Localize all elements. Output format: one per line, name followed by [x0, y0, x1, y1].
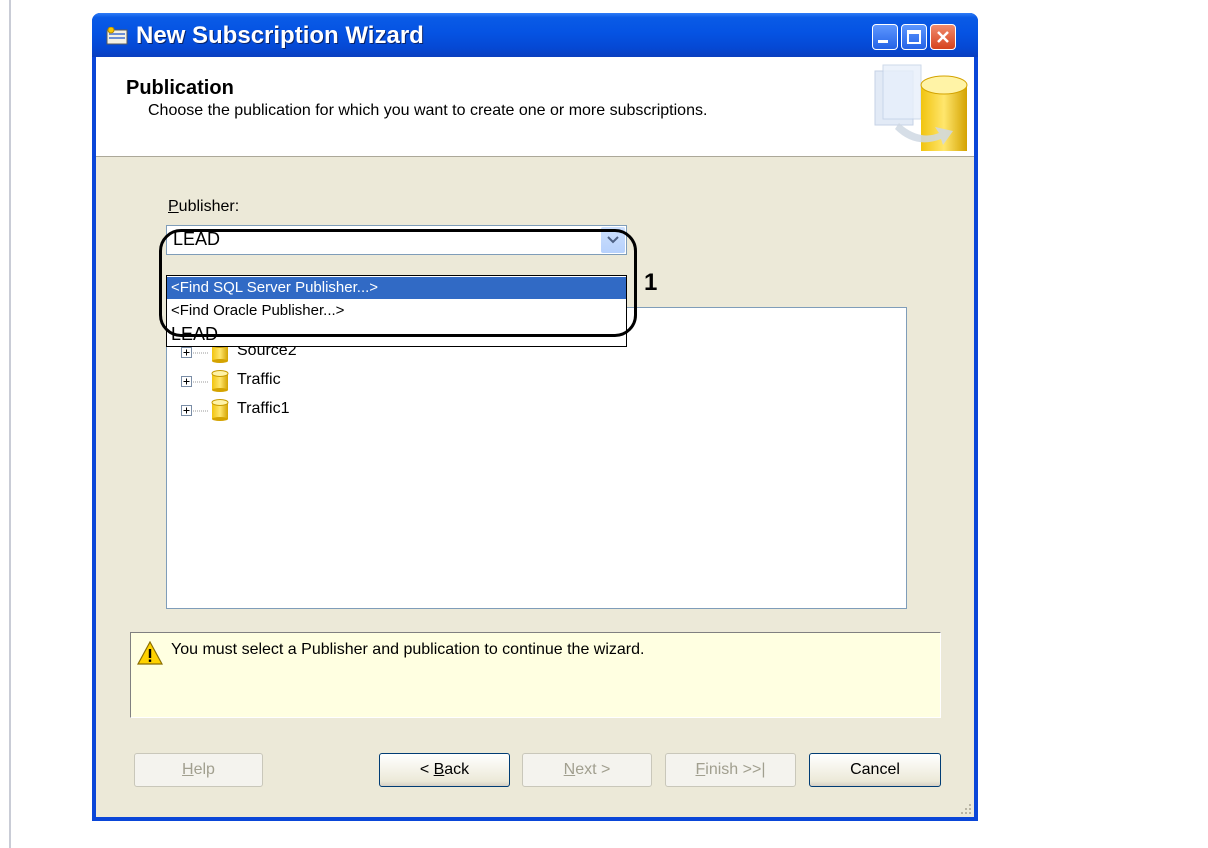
- window-title: New Subscription Wizard: [136, 22, 424, 49]
- page-subtitle: Choose the publication for which you wan…: [148, 102, 708, 119]
- expand-plus-icon[interactable]: [181, 347, 192, 358]
- cancel-button[interactable]: Cancel: [809, 753, 941, 787]
- next-button[interactable]: Next >: [522, 753, 652, 787]
- database-icon: [211, 370, 229, 392]
- tree-item-label: Traffic: [237, 371, 281, 388]
- expand-plus-icon[interactable]: [181, 405, 192, 416]
- help-button[interactable]: Help: [134, 753, 263, 787]
- database-icon: [211, 399, 229, 421]
- publisher-dropdown-button[interactable]: [601, 227, 625, 253]
- resize-grip-icon[interactable]: [958, 801, 972, 815]
- title-bar[interactable]: New Subscription Wizard: [92, 13, 978, 57]
- publication-tree[interactable]: Source2 Traffic Traffic1: [166, 307, 907, 609]
- maximize-button[interactable]: [901, 24, 927, 50]
- maximize-icon: [907, 30, 921, 44]
- dropdown-option-lead[interactable]: LEAD: [171, 324, 218, 345]
- finish-button[interactable]: Finish >>|: [665, 753, 796, 787]
- close-icon: [937, 31, 949, 43]
- tree-item-label: Traffic1: [237, 400, 290, 417]
- publisher-selected-value: LEAD: [173, 229, 221, 249]
- dropdown-option-find-oracle[interactable]: <Find Oracle Publisher...>: [171, 302, 344, 319]
- expand-plus-icon[interactable]: [181, 376, 192, 387]
- wizard-header: Publication Choose the publication for w…: [96, 57, 974, 157]
- status-message-box: You must select a Publisher and publicat…: [130, 632, 941, 718]
- wizard-app-icon: [106, 27, 128, 45]
- tree-connector: [193, 381, 209, 383]
- back-button[interactable]: < Back: [379, 753, 510, 787]
- dropdown-option-find-sql-server[interactable]: <Find SQL Server Publisher...>: [167, 277, 626, 299]
- annotation-number: 1: [644, 269, 658, 296]
- close-button[interactable]: [930, 24, 956, 50]
- wizard-window: New Subscription Wizard Publication Choo…: [92, 13, 978, 821]
- minimize-icon: [878, 40, 888, 43]
- warning-icon: [137, 641, 163, 665]
- wizard-client-area: Publication Choose the publication for w…: [96, 57, 974, 817]
- publication-header-icon: [874, 64, 968, 151]
- tree-connector: [193, 410, 209, 412]
- tree-connector: [193, 352, 209, 354]
- minimize-button[interactable]: [872, 24, 898, 50]
- page-left-rule: [9, 0, 11, 848]
- page-title: Publication: [126, 77, 234, 99]
- publisher-dropdown-list[interactable]: <Find SQL Server Publisher...> <Find Ora…: [166, 275, 627, 347]
- publisher-combobox[interactable]: LEAD: [166, 225, 627, 255]
- status-message-text: You must select a Publisher and publicat…: [171, 641, 645, 658]
- chevron-down-icon: [607, 236, 619, 244]
- publisher-label: Publisher:: [168, 198, 240, 215]
